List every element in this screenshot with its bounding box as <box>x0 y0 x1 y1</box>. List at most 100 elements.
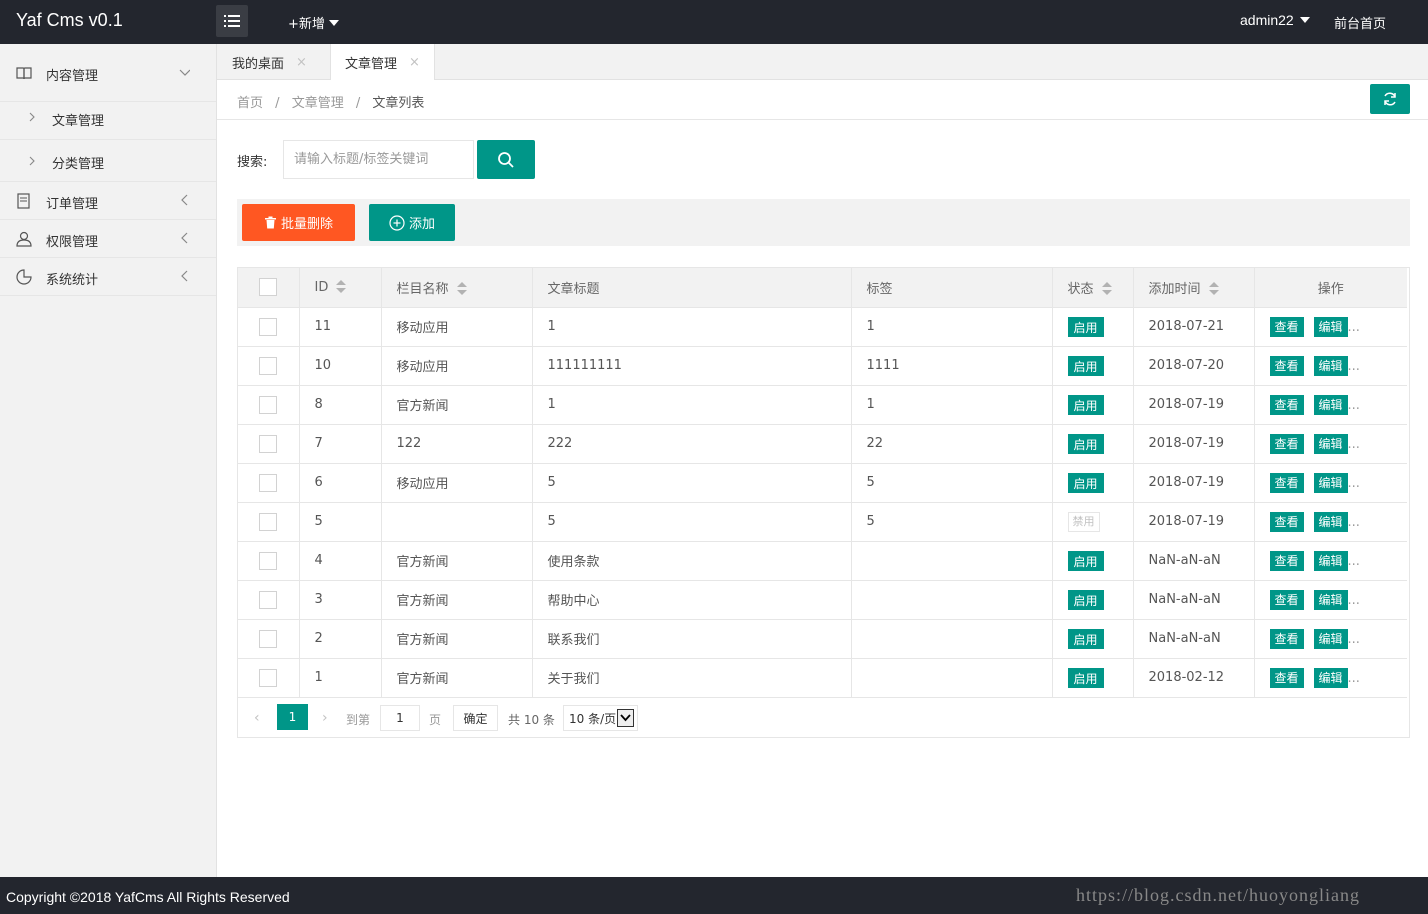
view-button[interactable]: 查看 <box>1269 316 1304 337</box>
sort-icon[interactable] <box>1101 282 1112 296</box>
sidebar-item-permissions[interactable]: 权限管理 <box>0 220 216 258</box>
page-current[interactable]: 1 <box>277 704 308 730</box>
col-header-column[interactable]: 栏目名称 <box>381 268 533 308</box>
more-ops[interactable]: ... <box>1348 593 1360 608</box>
status-badge[interactable]: 启用 <box>1067 550 1104 571</box>
edit-button[interactable]: 编辑 <box>1313 511 1348 532</box>
row-checkbox[interactable] <box>259 317 277 336</box>
sort-icon[interactable] <box>1208 282 1219 296</box>
copyright-text: Copyright ©2018 YafCms All Rights Reserv… <box>6 889 290 905</box>
more-ops[interactable]: ... <box>1348 515 1360 530</box>
status-badge[interactable]: 启用 <box>1067 628 1104 649</box>
app-logo[interactable]: Yaf Cms v0.1 <box>16 10 123 31</box>
status-badge[interactable]: 启用 <box>1067 433 1104 454</box>
view-button[interactable]: 查看 <box>1269 394 1304 415</box>
cell-ops: 查看 编辑... <box>1254 580 1407 620</box>
edit-button[interactable]: 编辑 <box>1313 550 1348 571</box>
row-checkbox[interactable] <box>259 512 277 531</box>
tab-desktop[interactable]: 我的桌面 × <box>232 44 307 80</box>
tab-articles[interactable]: 文章管理 × <box>330 44 435 81</box>
breadcrumb-home[interactable]: 首页 <box>237 96 263 111</box>
cell-column: 移动应用 <box>381 463 533 503</box>
view-button[interactable]: 查看 <box>1269 550 1304 571</box>
more-ops[interactable]: ... <box>1348 437 1360 452</box>
view-button[interactable]: 查看 <box>1269 355 1304 376</box>
row-checkbox[interactable] <box>259 395 277 414</box>
view-button[interactable]: 查看 <box>1269 433 1304 454</box>
more-ops[interactable]: ... <box>1348 320 1360 335</box>
goto-page-input[interactable]: 1 <box>380 705 420 731</box>
sort-icon[interactable] <box>456 282 467 296</box>
edit-button[interactable]: 编辑 <box>1313 433 1348 454</box>
edit-button[interactable]: 编辑 <box>1313 355 1348 376</box>
status-badge[interactable]: 启用 <box>1067 316 1104 337</box>
cell-ops: 查看 编辑... <box>1254 385 1407 425</box>
row-checkbox[interactable] <box>259 590 277 609</box>
search-input[interactable] <box>283 140 474 179</box>
more-ops[interactable]: ... <box>1348 671 1360 686</box>
cell-ops: 查看 编辑... <box>1254 307 1407 347</box>
next-page-icon[interactable]: › <box>322 710 328 726</box>
more-ops[interactable]: ... <box>1348 632 1360 647</box>
view-button[interactable]: 查看 <box>1269 628 1304 649</box>
sidebar-item-content[interactable]: 内容管理 <box>0 44 216 102</box>
status-badge[interactable]: 启用 <box>1067 472 1104 493</box>
table-row: 3 官方新闻 帮助中心 启用 NaN-aN-aN 查看 编辑... <box>238 580 1407 620</box>
more-ops[interactable]: ... <box>1348 398 1360 413</box>
row-checkbox[interactable] <box>259 551 277 570</box>
edit-button[interactable]: 编辑 <box>1313 394 1348 415</box>
front-home-link[interactable]: 前台首页 <box>1334 13 1386 32</box>
sidebar-item-orders[interactable]: 订单管理 <box>0 182 216 220</box>
add-button[interactable]: 添加 <box>369 204 455 241</box>
edit-button[interactable]: 编辑 <box>1313 472 1348 493</box>
table-row: 5 5 5 禁用 2018-07-19 查看 编辑... <box>238 502 1407 542</box>
edit-button[interactable]: 编辑 <box>1313 667 1348 688</box>
cell-title: 5 <box>532 502 852 542</box>
cell-status: 启用 <box>1052 619 1134 659</box>
table-row: 8 官方新闻 1 1 启用 2018-07-19 查看 编辑... <box>238 385 1407 425</box>
status-badge[interactable]: 启用 <box>1067 589 1104 610</box>
user-dropdown[interactable]: admin22 <box>1240 12 1310 28</box>
page-size-select[interactable]: 10 条/页 <box>563 705 638 731</box>
row-checkbox[interactable] <box>259 668 277 687</box>
edit-button[interactable]: 编辑 <box>1313 316 1348 337</box>
view-button[interactable]: 查看 <box>1269 589 1304 610</box>
more-ops[interactable]: ... <box>1348 359 1360 374</box>
sidebar-item-stats[interactable]: 系统统计 <box>0 258 216 296</box>
more-ops[interactable]: ... <box>1348 554 1360 569</box>
view-button[interactable]: 查看 <box>1269 472 1304 493</box>
col-header-label: 栏目名称 <box>396 281 449 297</box>
new-dropdown[interactable]: +新增 <box>288 13 339 32</box>
edit-button[interactable]: 编辑 <box>1313 589 1348 610</box>
sidebar-item-label: 订单管理 <box>46 197 99 212</box>
row-checkbox[interactable] <box>259 473 277 492</box>
refresh-icon <box>1384 92 1396 106</box>
menu-toggle-button[interactable] <box>216 5 248 37</box>
row-checkbox[interactable] <box>259 356 277 375</box>
status-badge[interactable]: 禁用 <box>1067 511 1100 532</box>
more-ops[interactable]: ... <box>1348 476 1360 491</box>
col-header-status[interactable]: 状态 <box>1052 268 1134 308</box>
view-button[interactable]: 查看 <box>1269 667 1304 688</box>
col-header-time[interactable]: 添加时间 <box>1133 268 1255 308</box>
view-button[interactable]: 查看 <box>1269 511 1304 532</box>
batch-delete-button[interactable]: 批量删除 <box>242 204 355 241</box>
prev-page-icon[interactable]: ‹ <box>254 710 260 726</box>
sort-icon[interactable] <box>336 280 347 294</box>
row-checkbox[interactable] <box>259 434 277 453</box>
sidebar-item-category[interactable]: 分类管理 <box>0 140 216 182</box>
row-checkbox[interactable] <box>259 629 277 648</box>
edit-button[interactable]: 编辑 <box>1313 628 1348 649</box>
goto-confirm-button[interactable]: 确定 <box>453 705 498 731</box>
select-all-checkbox[interactable] <box>259 278 277 297</box>
refresh-button[interactable] <box>1370 84 1410 114</box>
search-button[interactable] <box>477 140 535 179</box>
status-badge[interactable]: 启用 <box>1067 355 1104 376</box>
sidebar-item-article[interactable]: 文章管理 <box>0 102 216 140</box>
status-badge[interactable]: 启用 <box>1067 394 1104 415</box>
close-icon[interactable]: × <box>409 55 420 70</box>
breadcrumb-section[interactable]: 文章管理 <box>292 96 344 111</box>
status-badge[interactable]: 启用 <box>1067 667 1104 688</box>
col-header-id[interactable]: ID <box>299 268 382 308</box>
close-icon[interactable]: × <box>296 55 307 70</box>
